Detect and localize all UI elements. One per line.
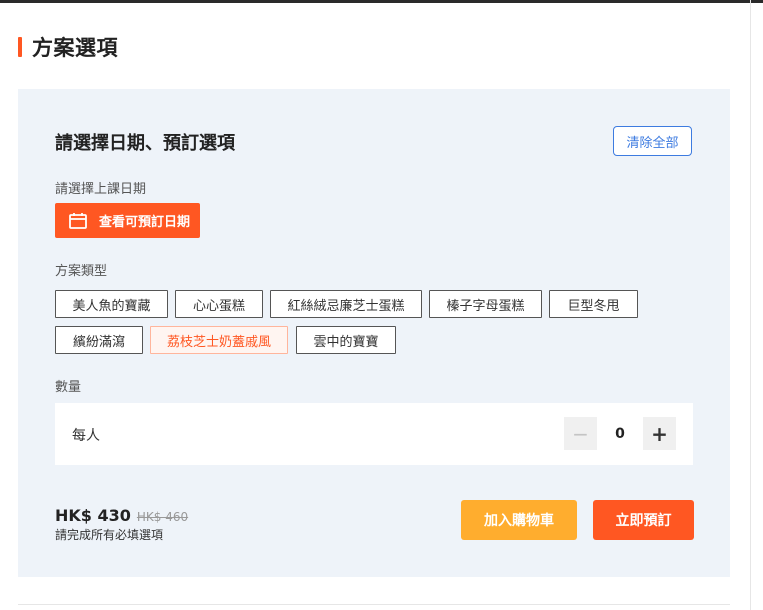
package-option[interactable]: 榛子字母蛋糕 — [429, 290, 542, 318]
add-to-cart-button[interactable]: 加入購物車 — [461, 500, 577, 540]
date-label: 請選擇上課日期 — [55, 182, 147, 197]
section-header: 方案選項 — [18, 35, 118, 60]
package-option[interactable]: 美人魚的寶藏 — [55, 290, 168, 318]
package-option[interactable]: 荔枝芝士奶蓋戚風 — [150, 326, 288, 354]
quantity-value: 0 — [615, 426, 625, 442]
bottom-divider — [18, 604, 730, 605]
section-title: 方案選項 — [32, 36, 118, 60]
title-accent-bar — [18, 37, 22, 57]
panel-heading: 請選擇日期、預訂選項 — [55, 133, 235, 154]
clear-all-button[interactable]: 清除全部 — [613, 126, 692, 156]
quantity-row: 每人 − 0 + — [55, 403, 693, 465]
check-dates-button[interactable]: 查看可預訂日期 — [55, 203, 200, 238]
required-note: 請完成所有必填選項 — [55, 528, 164, 542]
package-option[interactable]: 巨型冬甩 — [549, 290, 638, 318]
package-type-label: 方案類型 — [55, 264, 108, 279]
calendar-icon — [69, 212, 87, 229]
package-option[interactable]: 繽紛滿瀉 — [55, 326, 143, 354]
package-option[interactable]: 紅絲絨忌廉芝士蛋糕 — [270, 290, 422, 318]
original-price: HK$ 460 — [136, 510, 189, 524]
decrement-button[interactable]: − — [564, 417, 597, 450]
quantity-label: 數量 — [55, 380, 82, 395]
booking-panel: 請選擇日期、預訂選項 清除全部 請選擇上課日期 查看可預訂日期 方案類型 美人魚… — [18, 89, 730, 577]
price-line: HK$ 430 HK$ 460 — [55, 506, 188, 525]
check-dates-label: 查看可預訂日期 — [99, 215, 191, 230]
per-person-label: 每人 — [72, 428, 100, 444]
package-option[interactable]: 雲中的寶寶 — [296, 326, 396, 354]
window-top-edge — [0, 0, 763, 3]
right-divider — [750, 0, 751, 610]
package-option[interactable]: 心心蛋糕 — [175, 290, 263, 318]
book-now-button[interactable]: 立即預訂 — [593, 500, 694, 540]
increment-button[interactable]: + — [643, 417, 676, 450]
current-price: HK$ 430 — [55, 506, 131, 525]
